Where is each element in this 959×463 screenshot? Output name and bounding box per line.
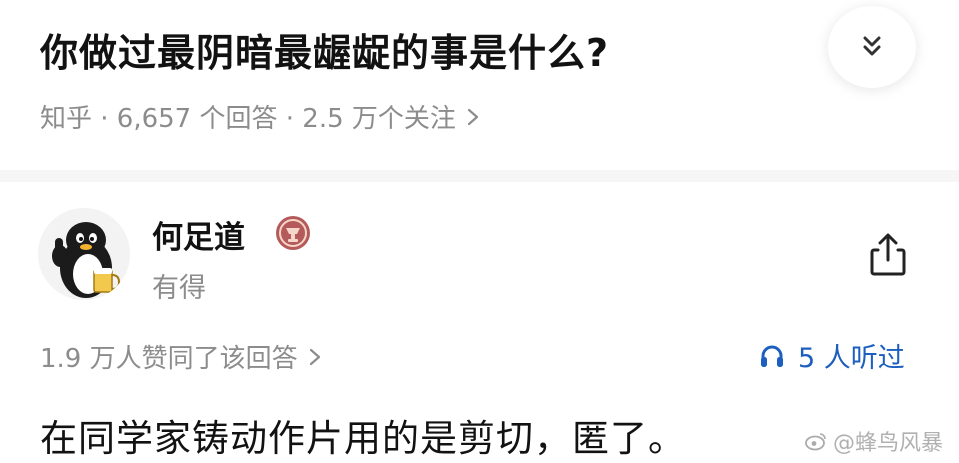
collapse-button[interactable]	[828, 6, 916, 88]
share-icon	[870, 233, 906, 276]
penguin-avatar-icon	[38, 208, 130, 300]
listen-count-text: 5 人听过	[798, 343, 905, 374]
chevron-right-icon	[308, 347, 322, 367]
double-chevron-down-icon	[863, 36, 881, 56]
author-bio: 有得	[152, 273, 206, 304]
vote-count-text: 1.9 万人赞同了该回答	[40, 344, 298, 374]
badge-icon[interactable]	[274, 214, 312, 252]
author-avatar[interactable]	[38, 208, 130, 300]
author-name[interactable]: 何足道	[152, 212, 245, 257]
answer-text[interactable]: 在同学家铸动作片用的是剪切，匿了。	[40, 408, 686, 462]
weibo-icon	[805, 431, 827, 451]
watermark: @蜂鸟风暴	[805, 425, 943, 457]
section-divider	[0, 170, 959, 182]
chevron-right-icon	[466, 107, 480, 127]
listen-count[interactable]: 5 人听过	[758, 336, 905, 375]
question-meta-text: 知乎 · 6,657 个回答 · 2.5 万个关注	[40, 104, 456, 134]
question-meta[interactable]: 知乎 · 6,657 个回答 · 2.5 万个关注	[40, 98, 480, 135]
share-button[interactable]	[862, 228, 914, 280]
answer-page: 你做过最阴暗最龌龊的事是什么? 知乎 · 6,657 个回答 · 2.5 万个关…	[0, 0, 959, 463]
question-title[interactable]: 你做过最阴暗最龌龊的事是什么?	[40, 22, 609, 77]
headphones-icon	[758, 342, 786, 370]
vote-count[interactable]: 1.9 万人赞同了该回答	[40, 338, 322, 375]
watermark-text: @蜂鸟风暴	[833, 431, 944, 456]
